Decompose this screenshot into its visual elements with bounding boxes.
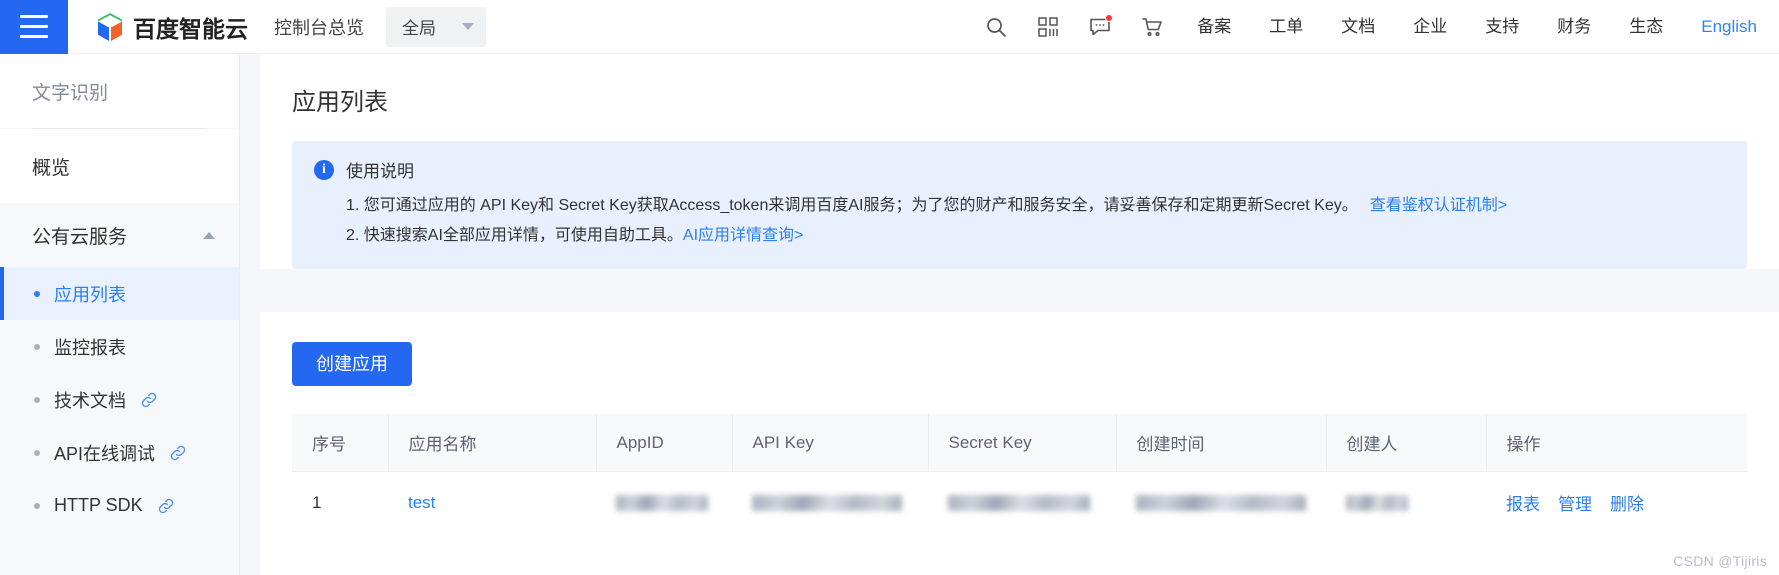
col-index: 序号 (292, 414, 389, 472)
table-body: 1 test 报表 管理 删除 (292, 471, 1747, 533)
external-link-icon (140, 391, 158, 409)
header-link-ecosystem[interactable]: 生态 (1610, 0, 1682, 54)
col-actions: 操作 (1486, 414, 1747, 472)
action-delete-link[interactable]: 删除 (1610, 490, 1644, 515)
notice-list: 1. 您可通过应用的 API Key和 Secret Key获取Access_t… (346, 191, 1725, 251)
page-header-card: 应用列表 i 使用说明 1. 您可通过应用的 API Key和 Secret K… (260, 54, 1779, 269)
notice-line-1: 1. 您可通过应用的 API Key和 Secret Key获取Access_t… (346, 191, 1725, 221)
header-actions: 备案 工单 文档 企业 支持 财务 生态 English (970, 0, 1779, 54)
apps-grid-icon[interactable] (1022, 0, 1074, 54)
sidebar-item-tech-docs[interactable]: 技术文档 (0, 373, 239, 426)
cell-secret-key (928, 471, 1116, 533)
notice-line-2: 2. 快速搜索AI全部应用详情，可使用自助工具。AI应用详情查询> (346, 221, 1725, 251)
hamburger-bar (20, 35, 48, 38)
header-link-support[interactable]: 支持 (1466, 0, 1538, 54)
external-link-icon (157, 497, 175, 515)
sidebar-item-overview[interactable]: 概览 (0, 129, 239, 203)
app-root: 百度智能云 控制台总览 全局 备案 工单 文档 企业 支持 财务 生态 Engl… (0, 0, 1779, 575)
notice-line-1-text: 1. 您可通过应用的 API Key和 Secret Key获取Access_t… (346, 197, 1358, 214)
external-link-icon (169, 444, 187, 462)
create-app-button[interactable]: 创建应用 (292, 342, 412, 386)
bullet-icon (34, 449, 40, 456)
masked-api-key (752, 495, 902, 512)
table-head: 序号 应用名称 AppID API Key Secret Key 创建时间 创建… (292, 414, 1747, 472)
brand-logo-link[interactable]: 百度智能云 (96, 10, 248, 44)
cell-created-at (1116, 471, 1326, 533)
search-icon[interactable] (970, 0, 1022, 54)
masked-app-id (616, 495, 708, 512)
sidebar-group-public-cloud[interactable]: 公有云服务 (0, 203, 239, 267)
language-switch-link[interactable]: English (1682, 0, 1761, 54)
console-title[interactable]: 控制台总览 (274, 14, 364, 40)
ai-app-query-link[interactable]: AI应用详情查询> (683, 227, 803, 244)
usage-notice: i 使用说明 1. 您可通过应用的 API Key和 Secret Key获取A… (292, 141, 1747, 269)
sidebar-item-http-sdk[interactable]: HTTP SDK (0, 479, 239, 532)
col-app-name: 应用名称 (388, 414, 597, 472)
sidebar-group-label: 公有云服务 (32, 226, 128, 248)
main-content: 应用列表 i 使用说明 1. 您可通过应用的 API Key和 Secret K… (240, 54, 1779, 575)
header-link-enterprise[interactable]: 企业 (1394, 0, 1466, 54)
sidebar-item-label: HTTP SDK (54, 495, 143, 515)
header-link-finance[interactable]: 财务 (1538, 0, 1610, 54)
header-link-beian[interactable]: 备案 (1178, 0, 1250, 54)
notification-badge (1105, 13, 1114, 22)
col-creator: 创建人 (1326, 414, 1487, 472)
sidebar-item-label: 应用列表 (54, 284, 126, 305)
sidebar-item-api-debug[interactable]: API在线调试 (0, 426, 239, 479)
col-created-at: 创建时间 (1116, 414, 1327, 472)
cell-creator (1326, 471, 1486, 533)
table-header-row: 序号 应用名称 AppID API Key Secret Key 创建时间 创建… (292, 414, 1747, 472)
chevron-up-icon (203, 231, 215, 239)
hamburger-bar (20, 15, 48, 18)
sidebar-item-monitor-report[interactable]: 监控报表 (0, 320, 239, 373)
watermark: CSDN @Tijiris (1673, 553, 1767, 569)
table-row: 1 test 报表 管理 删除 (292, 471, 1747, 533)
chevron-down-icon (462, 23, 474, 30)
bullet-icon (34, 290, 40, 297)
info-icon: i (314, 159, 334, 180)
page-title: 应用列表 (292, 89, 388, 116)
brand-text: 百度智能云 (133, 15, 248, 42)
hamburger-icon[interactable] (0, 0, 68, 54)
action-manage-link[interactable]: 管理 (1558, 490, 1592, 515)
masked-secret-key (948, 495, 1090, 512)
col-secret-key: Secret Key (928, 414, 1117, 472)
hamburger-bar (20, 25, 48, 28)
app-list-table: 序号 应用名称 AppID API Key Secret Key 创建时间 创建… (292, 414, 1747, 533)
row-actions: 报表 管理 删除 (1506, 490, 1727, 515)
header-link-ticket[interactable]: 工单 (1250, 0, 1322, 54)
message-icon[interactable] (1074, 0, 1126, 54)
region-label: 全局 (402, 19, 436, 38)
cell-actions: 报表 管理 删除 (1486, 471, 1747, 533)
masked-creator (1346, 495, 1408, 512)
bullet-icon (34, 396, 40, 403)
sidebar-item-app-list[interactable]: 应用列表 (0, 267, 239, 320)
header-link-docs[interactable]: 文档 (1322, 0, 1394, 54)
cell-api-key (732, 471, 928, 533)
auth-mechanism-link[interactable]: 查看鉴权认证机制> (1370, 197, 1507, 214)
cell-app-name: test (388, 471, 596, 533)
sidebar-item-label: 监控报表 (54, 337, 126, 358)
sidebar-item-label: 技术文档 (54, 390, 126, 411)
bullet-icon (34, 502, 40, 509)
notice-heading: 使用说明 (346, 162, 414, 181)
sidebar-item-label: API在线调试 (54, 443, 156, 464)
action-report-link[interactable]: 报表 (1506, 490, 1540, 515)
masked-created-at (1136, 495, 1306, 512)
top-header: 百度智能云 控制台总览 全局 备案 工单 文档 企业 支持 财务 生态 Engl… (0, 0, 1779, 54)
region-selector[interactable]: 全局 (386, 6, 486, 47)
notice-line-2-text: 2. 快速搜索AI全部应用详情，可使用自助工具。 (346, 227, 683, 244)
bullet-icon (34, 343, 40, 350)
baidu-cloud-logo-icon (96, 12, 124, 42)
notice-header: i 使用说明 (314, 157, 1725, 182)
cart-icon[interactable] (1126, 0, 1178, 54)
sidebar: 文字识别 概览 公有云服务 应用列表 监控报表 技术文档 API在线调试 HTT… (0, 54, 240, 575)
col-app-id: AppID (596, 414, 733, 472)
cell-app-id (596, 471, 732, 533)
cell-index: 1 (292, 471, 388, 533)
app-name-link[interactable]: test (408, 493, 435, 512)
col-api-key: API Key (732, 414, 929, 472)
sidebar-module-name: 文字识别 (0, 54, 239, 128)
app-list-card: 创建应用 序号 应用名称 AppID API Key Secret Key 创建… (260, 312, 1779, 575)
